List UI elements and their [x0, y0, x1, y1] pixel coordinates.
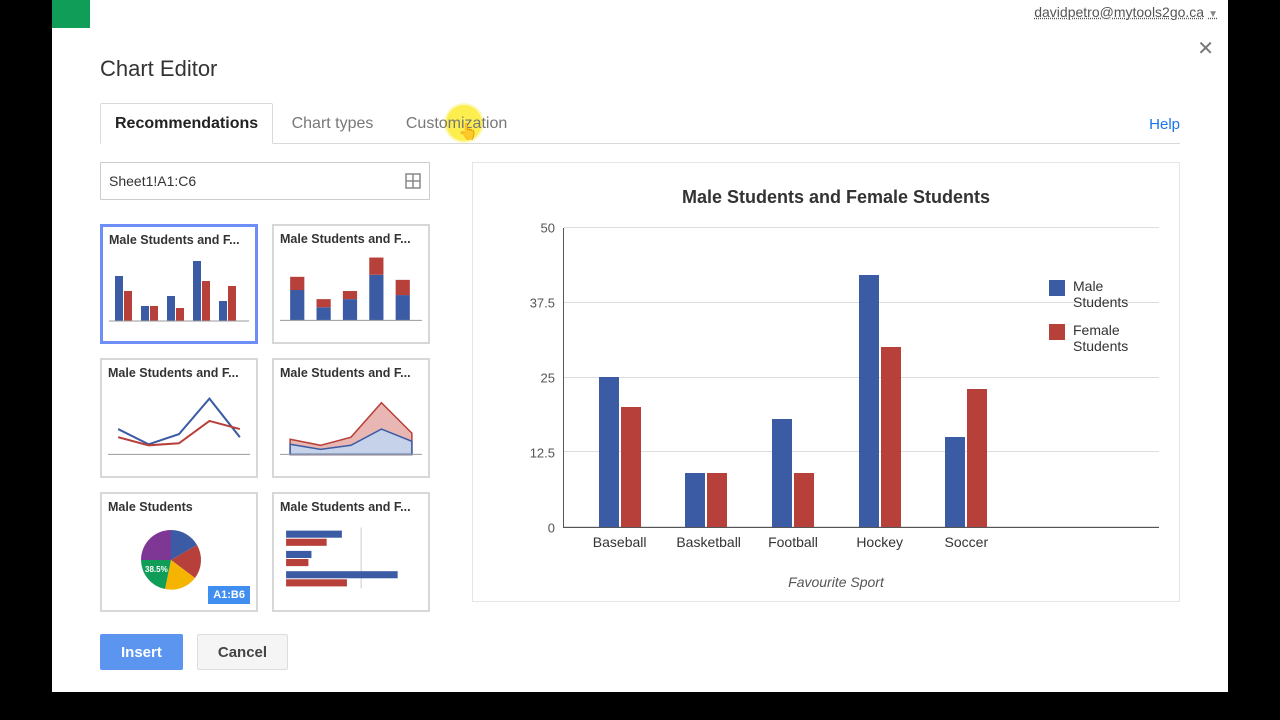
legend-swatch-female: [1049, 324, 1065, 340]
tab-recommendations[interactable]: Recommendations: [100, 103, 273, 144]
thumb-pie[interactable]: Male Students 38.5% A1:B6: [100, 492, 258, 612]
pie-range-badge: A1:B6: [208, 586, 250, 604]
sheets-logo: [52, 0, 90, 28]
cursor-icon: 👆: [458, 122, 478, 142]
x-axis-title: Favourite Sport: [513, 574, 1159, 590]
data-range-value: Sheet1!A1:C6: [109, 173, 196, 189]
chart-title: Male Students and Female Students: [513, 187, 1159, 208]
account-email[interactable]: davidpetro@mytools2go.ca▼: [1034, 4, 1218, 20]
thumb-grouped-bar[interactable]: Male Students and F...: [100, 224, 258, 344]
dialog-buttons: Insert Cancel: [100, 634, 1180, 670]
svg-text:38.5%: 38.5%: [145, 565, 168, 574]
thumb-area[interactable]: Male Students and F...: [272, 358, 430, 478]
close-icon[interactable]: ✕: [1197, 36, 1214, 61]
data-range-input[interactable]: Sheet1!A1:C6: [100, 162, 430, 200]
tab-bar: Recommendations Chart types Customizatio…: [100, 102, 1180, 144]
y-axis: 012.52537.550: [513, 228, 563, 528]
thumb-stacked-bar[interactable]: Male Students and F...: [272, 224, 430, 344]
legend-item-female: Female Students: [1049, 322, 1153, 354]
recommendation-grid: Male Students and F...: [100, 224, 430, 612]
legend-item-male: Male Students: [1049, 278, 1153, 310]
help-link[interactable]: Help: [1149, 116, 1180, 133]
legend-swatch-male: [1049, 280, 1065, 296]
plot-area: [563, 228, 1159, 528]
tab-chart-types[interactable]: Chart types: [278, 104, 388, 143]
x-axis-labels: BaseballBasketballFootballHockeySoccer: [563, 528, 1159, 556]
left-panel: Sheet1!A1:C6 Male Students and F...: [100, 162, 430, 612]
insert-button[interactable]: Insert: [100, 634, 183, 670]
chart-preview: Male Students and Female Students 012.52…: [472, 162, 1180, 602]
dialog-title: Chart Editor: [100, 56, 1180, 82]
select-range-icon[interactable]: [405, 173, 421, 189]
account-dropdown-arrow: ▼: [1208, 9, 1218, 20]
app-top-strip: davidpetro@mytools2go.ca▼: [52, 0, 1228, 28]
cancel-button[interactable]: Cancel: [197, 634, 288, 670]
tab-customization[interactable]: Customization: [392, 104, 521, 143]
chart-legend: Male Students Female Students: [1049, 278, 1153, 366]
thumb-line[interactable]: Male Students and F...: [100, 358, 258, 478]
thumb-hbar[interactable]: Male Students and F...: [272, 492, 430, 612]
chart-editor-dialog: ✕ Chart Editor Recommendations Chart typ…: [52, 28, 1228, 692]
